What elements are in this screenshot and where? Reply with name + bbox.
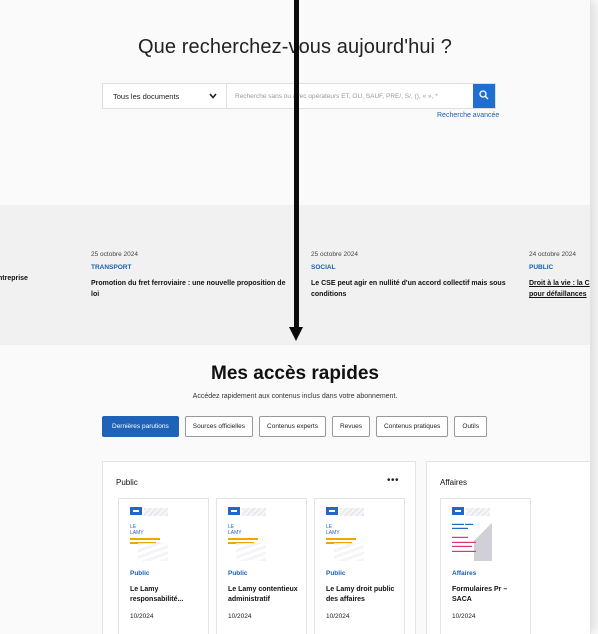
news-date: 24 octobre 2024	[529, 251, 576, 258]
news-title: Droit à la vie : la C pour défaillances	[529, 280, 590, 298]
news-category: SOCIAL	[311, 264, 336, 271]
card-title: Le Lamy droit public des affaires	[326, 586, 395, 603]
search-button[interactable]	[473, 84, 495, 108]
card-date: 10/2024	[452, 613, 476, 620]
card-category: Public	[326, 570, 346, 577]
card-category: Public	[228, 570, 248, 577]
publication-cover: LE LAMY	[228, 507, 268, 561]
news-date: 25 octobre 2024	[91, 251, 138, 258]
quick-access-title: Mes accès rapides	[211, 363, 379, 384]
card-title: Le Lamy contentieux administratif	[228, 586, 298, 603]
publication-cover: ▬▬▬ ▬▬ ▬▬▬▬ ▬▬▬▬ ▬▬▬▬▬▬ ▬▬▬▬▬ ▬▬▬▬▬▬	[452, 507, 492, 561]
more-options-icon[interactable]: •••	[387, 475, 399, 486]
tab-contenus-experts[interactable]: Contenus experts	[259, 416, 326, 437]
document-type-select[interactable]: Tous les documents	[103, 84, 227, 108]
news-item[interactable]: 24 octobre 2024 PUBLIC Droit à la vie : …	[529, 251, 590, 300]
card-title: Le Lamy responsabilité...	[130, 586, 184, 603]
publication-card[interactable]: LE LAMY Public Le Lamy responsabilité...…	[118, 498, 209, 634]
news-item[interactable]: 25 octobre 2024 SOCIAL Le CSE peut agir …	[311, 251, 511, 300]
news-title: ntreprise	[0, 275, 28, 282]
card-title: Formulaires Pr – SACA	[452, 586, 508, 603]
chevron-down-icon	[209, 92, 217, 101]
publication-card[interactable]: LE LAMY Public Le Lamy contentieux admin…	[216, 498, 307, 634]
tab-revues[interactable]: Revues	[331, 416, 371, 437]
panel-public: Public ••• LE LAMY Public Le Lamy respon…	[102, 461, 416, 634]
publication-cover: LE LAMY	[130, 507, 170, 561]
panel-title: Public	[116, 478, 138, 487]
browser-page: Que recherchez-vous aujourd'hui ? Tous l…	[0, 0, 591, 634]
news-item[interactable]: 25 octobre 2024 TRANSPORT Promotion du f…	[91, 251, 291, 300]
quick-access-tabs: Dernières parutions Sources officielles …	[102, 416, 488, 437]
tab-dernieres-parutions[interactable]: Dernières parutions	[102, 416, 179, 437]
news-item[interactable]: ntreprise	[0, 273, 58, 284]
panel-affaires: Affaires ▬▬▬ ▬▬ ▬▬▬▬ ▬▬▬▬ ▬▬▬▬▬▬ ▬▬▬▬▬ ▬▬▬▬▬…	[426, 461, 590, 634]
news-date: 25 octobre 2024	[311, 251, 358, 258]
quick-access-section: Mes accès rapides Accédez rapidement aux…	[0, 345, 590, 634]
advanced-search-link[interactable]: Recherche avancée	[437, 112, 499, 119]
search-bar: Tous les documents	[102, 83, 496, 109]
tab-sources-officielles[interactable]: Sources officielles	[184, 416, 254, 437]
card-date: 10/2024	[326, 613, 350, 620]
search-input[interactable]	[227, 84, 473, 108]
news-title: Promotion du fret ferroviaire : une nouv…	[91, 280, 286, 298]
publication-card[interactable]: ▬▬▬ ▬▬ ▬▬▬▬ ▬▬▬▬ ▬▬▬▬▬▬ ▬▬▬▬▬ ▬▬▬▬▬▬ Affaire…	[440, 498, 531, 634]
news-category: TRANSPORT	[91, 264, 132, 271]
publication-card[interactable]: LE LAMY Public Le Lamy droit public des …	[314, 498, 405, 634]
card-category: Affaires	[452, 570, 477, 577]
quick-access-subtitle: Accédez rapidement aux contenus inclus d…	[192, 393, 398, 400]
tab-contenus-pratiques[interactable]: Contenus pratiques	[376, 416, 449, 437]
tab-outils[interactable]: Outils	[454, 416, 488, 437]
annotation-arrow	[294, 0, 299, 327]
news-title: Le CSE peut agir en nullité d'un accord …	[311, 280, 506, 298]
card-date: 10/2024	[228, 613, 252, 620]
panel-title: Affaires	[440, 478, 467, 487]
news-category: PUBLIC	[529, 264, 554, 271]
document-type-value: Tous les documents	[113, 91, 180, 101]
annotation-arrow-head	[289, 327, 303, 341]
card-date: 10/2024	[130, 613, 154, 620]
publication-cover: LE LAMY	[326, 507, 366, 561]
search-icon	[479, 87, 489, 105]
card-category: Public	[130, 570, 150, 577]
